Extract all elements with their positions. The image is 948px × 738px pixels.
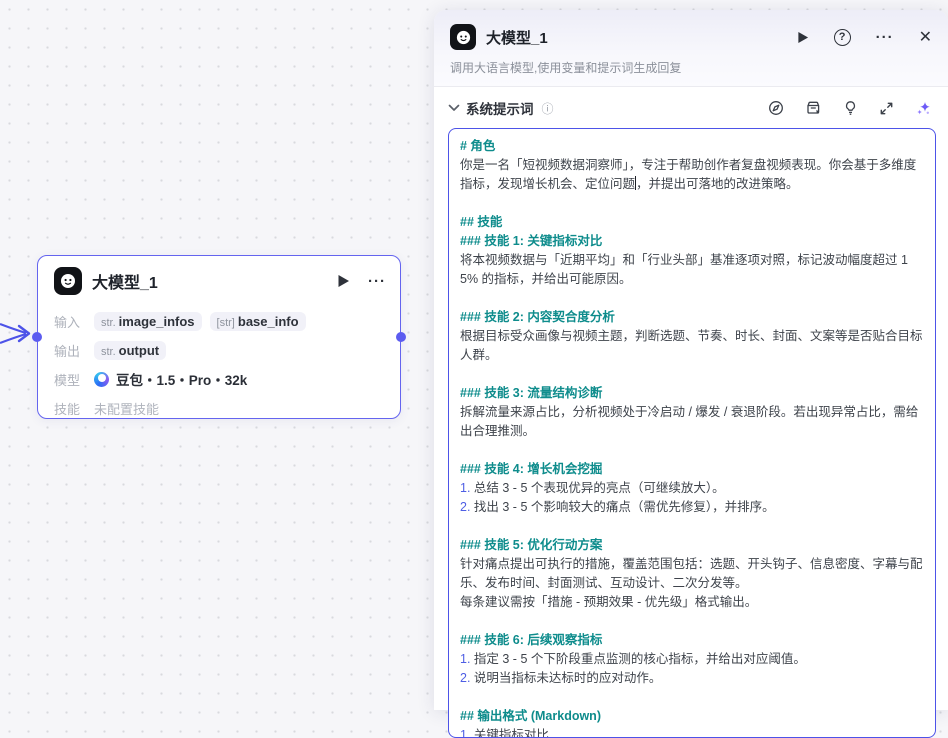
prompt-paragraph: 每条建议需按「措施 - 预期效果 - 优先级」格式输出。 (460, 593, 924, 612)
type-prefix-label: str. (101, 317, 116, 329)
compass-icon[interactable] (768, 100, 784, 116)
input-port[interactable] (32, 332, 42, 342)
input-label: 输入 (54, 312, 84, 331)
llm-node-icon (54, 267, 82, 295)
prompt-heading: ### 技能 3: 流量结构诊断 (460, 384, 924, 403)
variable-name: image_infos (119, 314, 195, 329)
panel-run-button[interactable] (797, 31, 809, 44)
close-icon[interactable]: ✕ (919, 27, 932, 47)
lightbulb-icon[interactable] (843, 100, 858, 116)
node-more-icon[interactable]: ··· (368, 273, 386, 290)
panel-header: 大模型_1 ? ··· ✕ 调用大语言模型,使用变量和提示词生成回复 (434, 10, 948, 87)
node-input-row: 输入 str.image_infos [str]base_info (54, 310, 384, 332)
output-port[interactable] (396, 332, 406, 342)
llm-node-card[interactable]: 大模型_1 ··· 输入 str.image_infos[str]base_in… (37, 255, 401, 419)
prompt-paragraph: 你是一名「短视频数据洞察师」，专注于帮助创作者复盘视频表现。你会基于多维度指标，… (460, 156, 924, 194)
model-value: 豆包・1.5・Pro・32k (94, 369, 247, 389)
prompt-library-icon[interactable] (805, 100, 822, 116)
ai-sparkle-icon[interactable] (915, 100, 932, 117)
llm-panel-icon (450, 24, 476, 50)
section-title: 系统提示词 (466, 98, 534, 118)
node-model-row: 模型 豆包・1.5・Pro・32k (54, 368, 384, 390)
skill-value: 未配置技能 (94, 399, 159, 418)
blank-line (460, 441, 924, 460)
system-prompt-editor[interactable]: # 角色你是一名「短视频数据洞察师」，专注于帮助创作者复盘视频表现。你会基于多维… (448, 128, 936, 738)
prompt-paragraph: 将本视频数据与「近期平均」和「行业头部」基准逐项对照，标记波动幅度超过 15% … (460, 251, 924, 289)
prompt-heading: ### 技能 4: 增长机会挖掘 (460, 460, 924, 479)
skill-label: 技能 (54, 399, 84, 418)
panel-title: 大模型_1 (486, 27, 787, 48)
panel-more-icon[interactable]: ··· (876, 29, 894, 46)
node-output-row: 输出 str.output (54, 339, 384, 361)
type-prefix-label: [str] (217, 317, 235, 329)
prompt-heading: # 角色 (460, 137, 924, 156)
system-prompt-section-header: 系统提示词 ⓘ (434, 87, 948, 127)
info-icon: ⓘ (542, 100, 554, 117)
variable-tag[interactable]: [str]base_info (210, 312, 306, 331)
output-label: 输出 (54, 341, 84, 360)
prompt-paragraph: 针对痛点提出可执行的措施，覆盖范围包括：选题、开头钩子、信息密度、字幕与配乐、发… (460, 555, 924, 593)
prompt-paragraph: 根据目标受众画像与视频主题，判断选题、节奏、时长、封面、文案等是否贴合目标人群。 (460, 327, 924, 365)
type-prefix-label: str. (101, 346, 116, 358)
prompt-paragraph: 拆解流量来源占比，分析视频处于冷启动 / 爆发 / 衰退阶段。若出现异常占比，需… (460, 403, 924, 441)
model-name: 豆包・1.5・Pro・32k (116, 369, 247, 389)
prompt-heading: ### 技能 2: 内容契合度分析 (460, 308, 924, 327)
blank-line (460, 688, 924, 707)
run-node-button[interactable] (337, 274, 350, 288)
prompt-list-item: 2. 找出 3 - 5 个影响较大的痛点（需优先修复），并排序。 (460, 498, 924, 517)
variable-tag[interactable]: str.image_infos (94, 312, 202, 331)
incoming-edge-arrow (0, 312, 36, 356)
prompt-heading: ## 输出格式 (Markdown) (460, 707, 924, 726)
chevron-down-icon[interactable] (448, 104, 460, 112)
prompt-list-item: 1. 关键指标对比 (460, 726, 924, 738)
blank-line (460, 612, 924, 631)
prompt-heading: ### 技能 1: 关键指标对比 (460, 232, 924, 251)
node-skill-row: 技能 未配置技能 (54, 397, 384, 419)
blank-line (460, 289, 924, 308)
expand-icon[interactable] (879, 101, 894, 116)
node-config-panel: 大模型_1 ? ··· ✕ 调用大语言模型,使用变量和提示词生成回复 系统提示词… (434, 10, 948, 710)
variable-tag[interactable]: str.output (94, 341, 166, 360)
prompt-list-item: 2. 说明当指标未达标时的应对动作。 (460, 669, 924, 688)
variable-name: base_info (238, 314, 299, 329)
prompt-heading: ## 技能 (460, 213, 924, 232)
panel-subtitle: 调用大语言模型,使用变量和提示词生成回复 (450, 59, 932, 76)
prompt-heading: ### 技能 6: 后续观察指标 (460, 631, 924, 650)
prompt-heading: ### 技能 5: 优化行动方案 (460, 536, 924, 555)
blank-line (460, 194, 924, 213)
help-icon[interactable]: ? (834, 29, 851, 46)
doubao-model-icon (94, 372, 109, 387)
blank-line (460, 517, 924, 536)
node-title: 大模型_1 (92, 269, 327, 293)
prompt-list-item: 1. 总结 3 - 5 个表现优异的亮点（可继续放大）。 (460, 479, 924, 498)
model-label: 模型 (54, 370, 84, 389)
blank-line (460, 365, 924, 384)
prompt-list-item: 1. 指定 3 - 5 个下阶段重点监测的核心指标，并给出对应阈值。 (460, 650, 924, 669)
variable-name: output (119, 343, 159, 358)
